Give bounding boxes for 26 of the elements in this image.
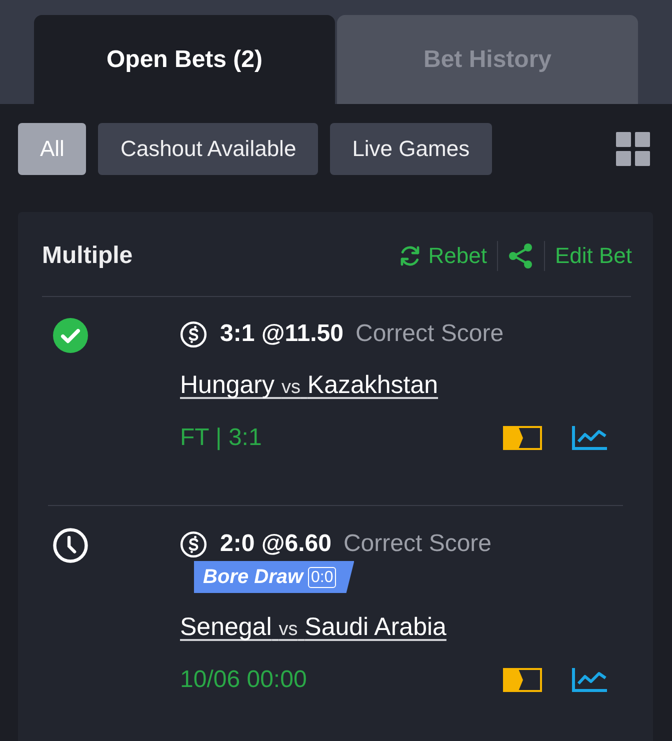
rebet-button[interactable]: Rebet xyxy=(398,243,487,269)
match-status: FT | 3:1 xyxy=(180,424,262,452)
match-status: 10/06 00:00 xyxy=(180,666,307,694)
score-chip: 0:0 xyxy=(308,566,336,588)
match-link[interactable]: Hungary vs Kazakhstan xyxy=(180,368,438,405)
market-name: Correct Score xyxy=(356,320,504,348)
coin-icon xyxy=(180,530,207,558)
coin-icon xyxy=(180,320,207,348)
match-link[interactable]: Senegal vs Saudi Arabia xyxy=(180,610,446,647)
market-name: Correct Score xyxy=(343,530,492,558)
line-chart-icon[interactable] xyxy=(572,426,607,450)
flag-icon[interactable] xyxy=(503,668,542,692)
bet-type-title: Multiple xyxy=(42,242,133,270)
line-chart-icon[interactable] xyxy=(572,668,607,692)
clock-icon xyxy=(53,528,88,563)
share-icon[interactable] xyxy=(508,243,534,269)
flag-icon[interactable] xyxy=(503,426,542,450)
tab[interactable]: Open Bets (2) xyxy=(34,15,335,104)
badge-label: Bore Draw xyxy=(203,566,304,588)
selection-odds: 3:1 @11.50 xyxy=(220,320,344,348)
edit-bet-link[interactable]: Edit Bet xyxy=(554,243,632,269)
filter-chip[interactable]: Live Games xyxy=(330,123,492,175)
filter-chip[interactable]: Cashout Available xyxy=(98,123,318,175)
check-circle-icon xyxy=(53,318,88,353)
selection-odds: 2:0 @6.60 xyxy=(220,530,332,558)
grid-view-icon[interactable] xyxy=(616,132,650,166)
